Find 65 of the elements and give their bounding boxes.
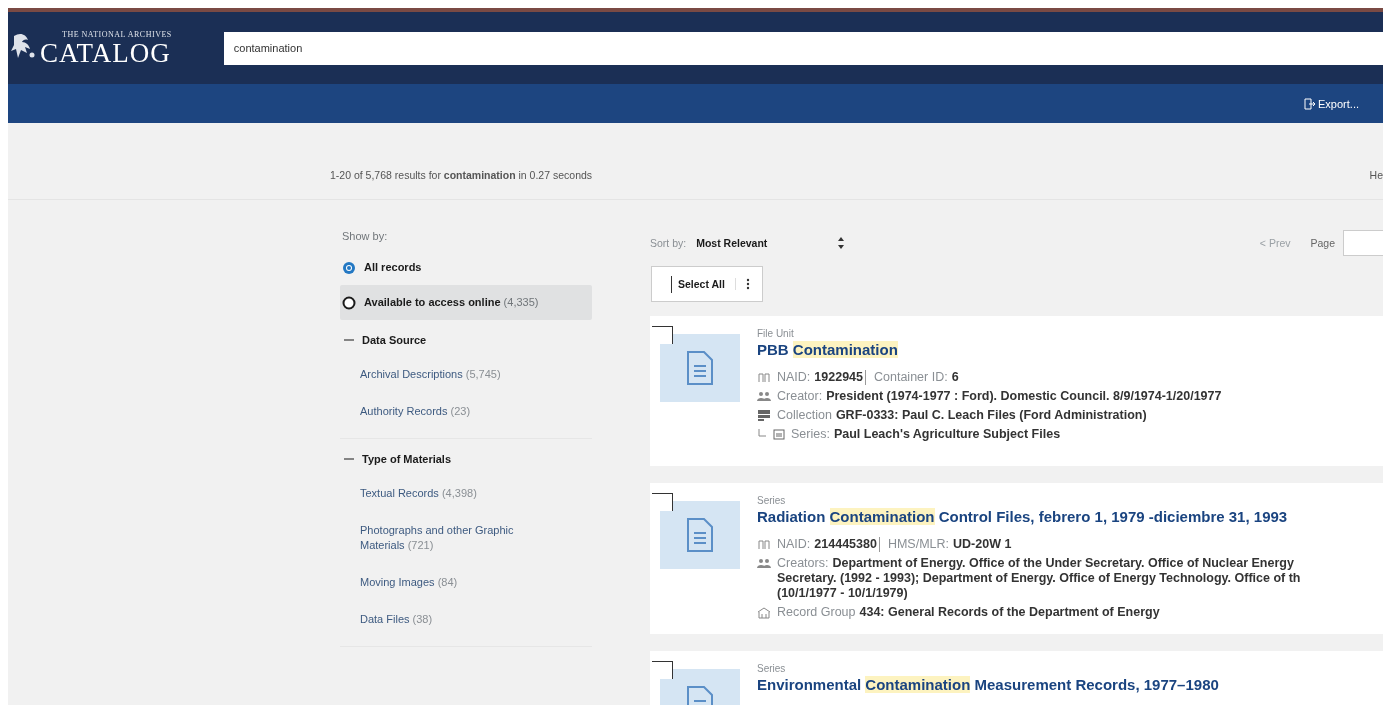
meta-value: 6 xyxy=(951,370,959,385)
checkbox[interactable] xyxy=(652,326,673,344)
result-title[interactable]: Radiation Contamination Control Files, febrero 1, 1979 -diciembre 31, 1993 xyxy=(757,508,1383,525)
filter-link[interactable]: Archival Descriptions (5,745) xyxy=(344,356,560,393)
search-field[interactable]: contamination xyxy=(223,31,1383,65)
thumbnail[interactable] xyxy=(660,334,740,402)
meta-label: Container ID: xyxy=(874,370,948,385)
checkbox[interactable] xyxy=(652,493,673,511)
meta-label: Series: xyxy=(791,427,830,442)
page-field[interactable] xyxy=(1343,230,1383,256)
sort-label: Sort by: xyxy=(650,237,687,249)
record-type: Series xyxy=(757,663,787,674)
meta-label: Collection xyxy=(777,408,832,423)
meta-label: Creator: xyxy=(777,389,823,404)
export-icon xyxy=(1304,97,1316,110)
id-icon xyxy=(757,371,771,384)
filter-link[interactable]: Authority Records (23) xyxy=(344,393,560,430)
document-icon xyxy=(685,350,715,386)
meta-value: Secretary. (1992 - 1993); Department of Energy. Office of Energy Technology. Office of th xyxy=(777,571,1301,586)
folder-icon xyxy=(773,428,785,440)
boxes-icon xyxy=(757,409,771,422)
meta-label: HMS/MLR: xyxy=(887,537,950,552)
help-link[interactable]: He xyxy=(1369,169,1383,181)
meta-label: NAID: xyxy=(777,370,811,385)
meta-label: NAID: xyxy=(777,537,811,552)
filter-section-toggle[interactable]: Type of Materials xyxy=(344,453,592,465)
logo-subtitle: THE NATIONAL ARCHIVES xyxy=(62,29,172,39)
catalog-logo[interactable]: CATALOG xyxy=(40,38,172,67)
filter-link[interactable]: Moving Images (84) xyxy=(344,564,560,601)
record-type: Series xyxy=(757,495,787,506)
result-title[interactable]: PBB Contamination xyxy=(757,341,1383,358)
meta-label: Creators: xyxy=(777,556,829,570)
document-icon xyxy=(685,517,715,553)
checkbox[interactable] xyxy=(652,661,673,679)
meta-value: 1922945 xyxy=(814,370,863,385)
meta-value: (10/1/1977 - 10/1/1979) xyxy=(777,586,909,601)
select-all-control[interactable]: Select All xyxy=(651,266,763,302)
meta-value: Department of Energy. Office of the Under Secretary. Office of Nuclear Energy xyxy=(832,556,1294,570)
filter-link[interactable]: Data Files (38) xyxy=(344,601,560,638)
meta-value: 434: General Records of the Department of Energy xyxy=(859,605,1160,620)
building-icon xyxy=(757,606,771,619)
thumbnail[interactable] xyxy=(660,501,740,569)
radio-option[interactable]: Available to access online (4,335) xyxy=(340,285,592,320)
id-icon xyxy=(757,538,771,551)
meta-value: President (1974-1977 : Ford). Domestic Council. 8/9/1974-1/20/1977 xyxy=(826,389,1222,404)
meta-value: Paul Leach's Agriculture Subject Files xyxy=(833,427,1061,442)
up-down-caret-icon[interactable] xyxy=(837,236,846,250)
people-icon xyxy=(757,390,771,403)
meta-value: GRF-0333: Paul C. Leach Files (Ford Administration) xyxy=(835,408,1147,423)
meta-value: 214445380 xyxy=(814,537,877,552)
result-title[interactable]: Environmental Contamination Measurement Records, 1977–1980 xyxy=(757,676,1383,693)
export-button[interactable]: Export... xyxy=(1300,93,1363,114)
filter-link[interactable]: Photographs and other Graphic Materials (721) xyxy=(344,512,560,564)
page-label: Page xyxy=(1310,237,1335,249)
radio-option[interactable]: All records xyxy=(340,254,592,281)
kebab-menu-icon[interactable] xyxy=(745,278,750,290)
filter-section-toggle[interactable]: Data Source xyxy=(344,334,592,346)
record-type: File Unit xyxy=(757,328,795,339)
meta-label: Record Group xyxy=(777,605,856,620)
meta-value: UD-20W 1 xyxy=(953,537,1012,552)
filter-link[interactable]: Textual Records (4,398) xyxy=(344,475,560,512)
people-icon xyxy=(757,557,771,570)
sort-dropdown[interactable]: Most Relevant xyxy=(696,237,768,249)
show-by-label: Show by: xyxy=(341,229,389,244)
results-summary: 1-20 of 5,768 results for contamination in 0.27 seconds xyxy=(330,169,593,181)
